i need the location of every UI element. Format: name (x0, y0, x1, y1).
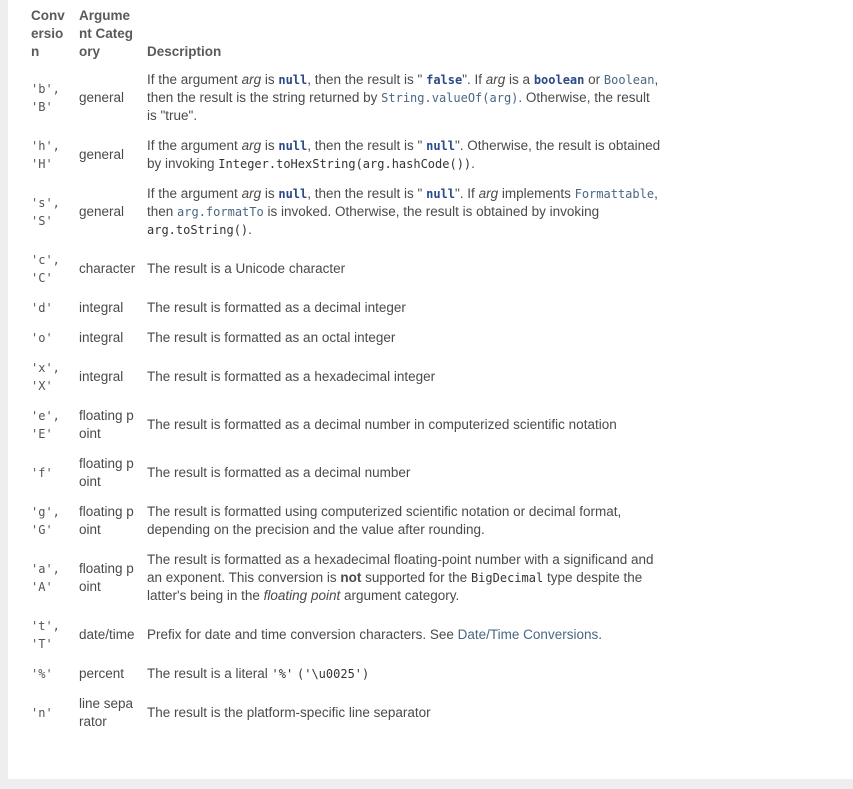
table-row: 'c', 'C' character The result is a Unico… (26, 245, 667, 293)
conversion-code: 'o' (31, 331, 53, 345)
conversion-code: 'f' (31, 466, 53, 480)
argument-category: general (79, 90, 125, 105)
description: The result is formatted as a decimal num… (147, 417, 617, 432)
conversion-code: 't', 'T' (31, 619, 60, 651)
table-row: 'g', 'G' floating point The result is fo… (26, 497, 667, 545)
formatto-link[interactable]: arg.formatTo (177, 205, 264, 219)
conversion-code: 's', 'S' (31, 196, 60, 228)
conversion-table: Conversion Argument Category Description… (26, 1, 667, 737)
conversion-code: 'n' (31, 706, 53, 720)
description: If the argument arg is null, then the re… (147, 138, 661, 171)
conversion-code: 'b', 'B' (31, 82, 60, 114)
valueof-link[interactable]: String.valueOf(arg) (381, 91, 518, 105)
conversion-code: 'd' (31, 301, 53, 315)
argument-category: percent (79, 666, 125, 681)
table-row: 'h', 'H' general If the argument arg is … (26, 131, 667, 179)
datetime-conversions-link[interactable]: Date/Time Conversions (458, 627, 599, 642)
conversion-code: 'a', 'A' (31, 562, 60, 594)
description: The result is formatted as a hexadecimal… (147, 369, 436, 384)
table-row: 'n' line separator The result is the pla… (26, 689, 667, 737)
description: The result is a literal '%' ('\u0025') (147, 666, 370, 681)
table-row: 'd' integral The result is formatted as … (26, 293, 667, 323)
description: The result is formatted as a decimal int… (147, 300, 406, 315)
description: If the argument arg is null, then the re… (147, 72, 659, 123)
description: The result is formatted as a hexadecimal… (147, 552, 654, 603)
table-row: '%' percent The result is a literal '%' … (26, 659, 667, 689)
argument-category: floating point (79, 561, 134, 594)
table-row: 'b', 'B' general If the argument arg is … (26, 65, 667, 131)
argument-category: general (79, 204, 125, 219)
conversion-code: '%' (31, 667, 53, 681)
description: The result is a Unicode character (147, 261, 346, 276)
header-category: Argument Category (79, 8, 133, 59)
argument-category: floating point (79, 456, 134, 489)
conversion-code: 'e', 'E' (31, 409, 60, 441)
description: Prefix for date and time conversion char… (147, 627, 602, 642)
conversion-code: 'h', 'H' (31, 139, 60, 171)
argument-category: character (79, 261, 136, 276)
conversion-code: 'g', 'G' (31, 505, 60, 537)
argument-category: floating point (79, 408, 134, 441)
table-row: 'a', 'A' floating point The result is fo… (26, 545, 667, 611)
argument-category: integral (79, 300, 124, 315)
table-row: 't', 'T' date/time Prefix for date and t… (26, 611, 667, 659)
table-row: 'e', 'E' floating point The result is fo… (26, 401, 667, 449)
argument-category: integral (79, 330, 124, 345)
table-row: 's', 'S' general If the argument arg is … (26, 179, 667, 245)
formattable-link[interactable]: Formattable (575, 187, 654, 201)
conversion-code: 'x', 'X' (31, 361, 60, 393)
description: The result is the platform-specific line… (147, 705, 431, 720)
table-header-row: Conversion Argument Category Description (26, 1, 667, 65)
description: The result is formatted as an octal inte… (147, 330, 396, 345)
argument-category: date/time (79, 627, 135, 642)
header-conversion: Conversion (31, 8, 65, 59)
argument-category: floating point (79, 504, 134, 537)
argument-category: general (79, 147, 125, 162)
table-row: 'x', 'X' integral The result is formatte… (26, 353, 667, 401)
argument-category: line separator (79, 696, 134, 729)
argument-category: integral (79, 369, 124, 384)
description: The result is formatted using computeriz… (147, 504, 622, 537)
description: The result is formatted as a decimal num… (147, 465, 411, 480)
table-row: 'o' integral The result is formatted as … (26, 323, 667, 353)
boolean-link[interactable]: Boolean (604, 73, 655, 87)
description: If the argument arg is null, then the re… (147, 186, 658, 237)
conversion-code: 'c', 'C' (31, 253, 60, 285)
header-description: Description (147, 44, 222, 59)
table-row: 'f' floating point The result is formatt… (26, 449, 667, 497)
